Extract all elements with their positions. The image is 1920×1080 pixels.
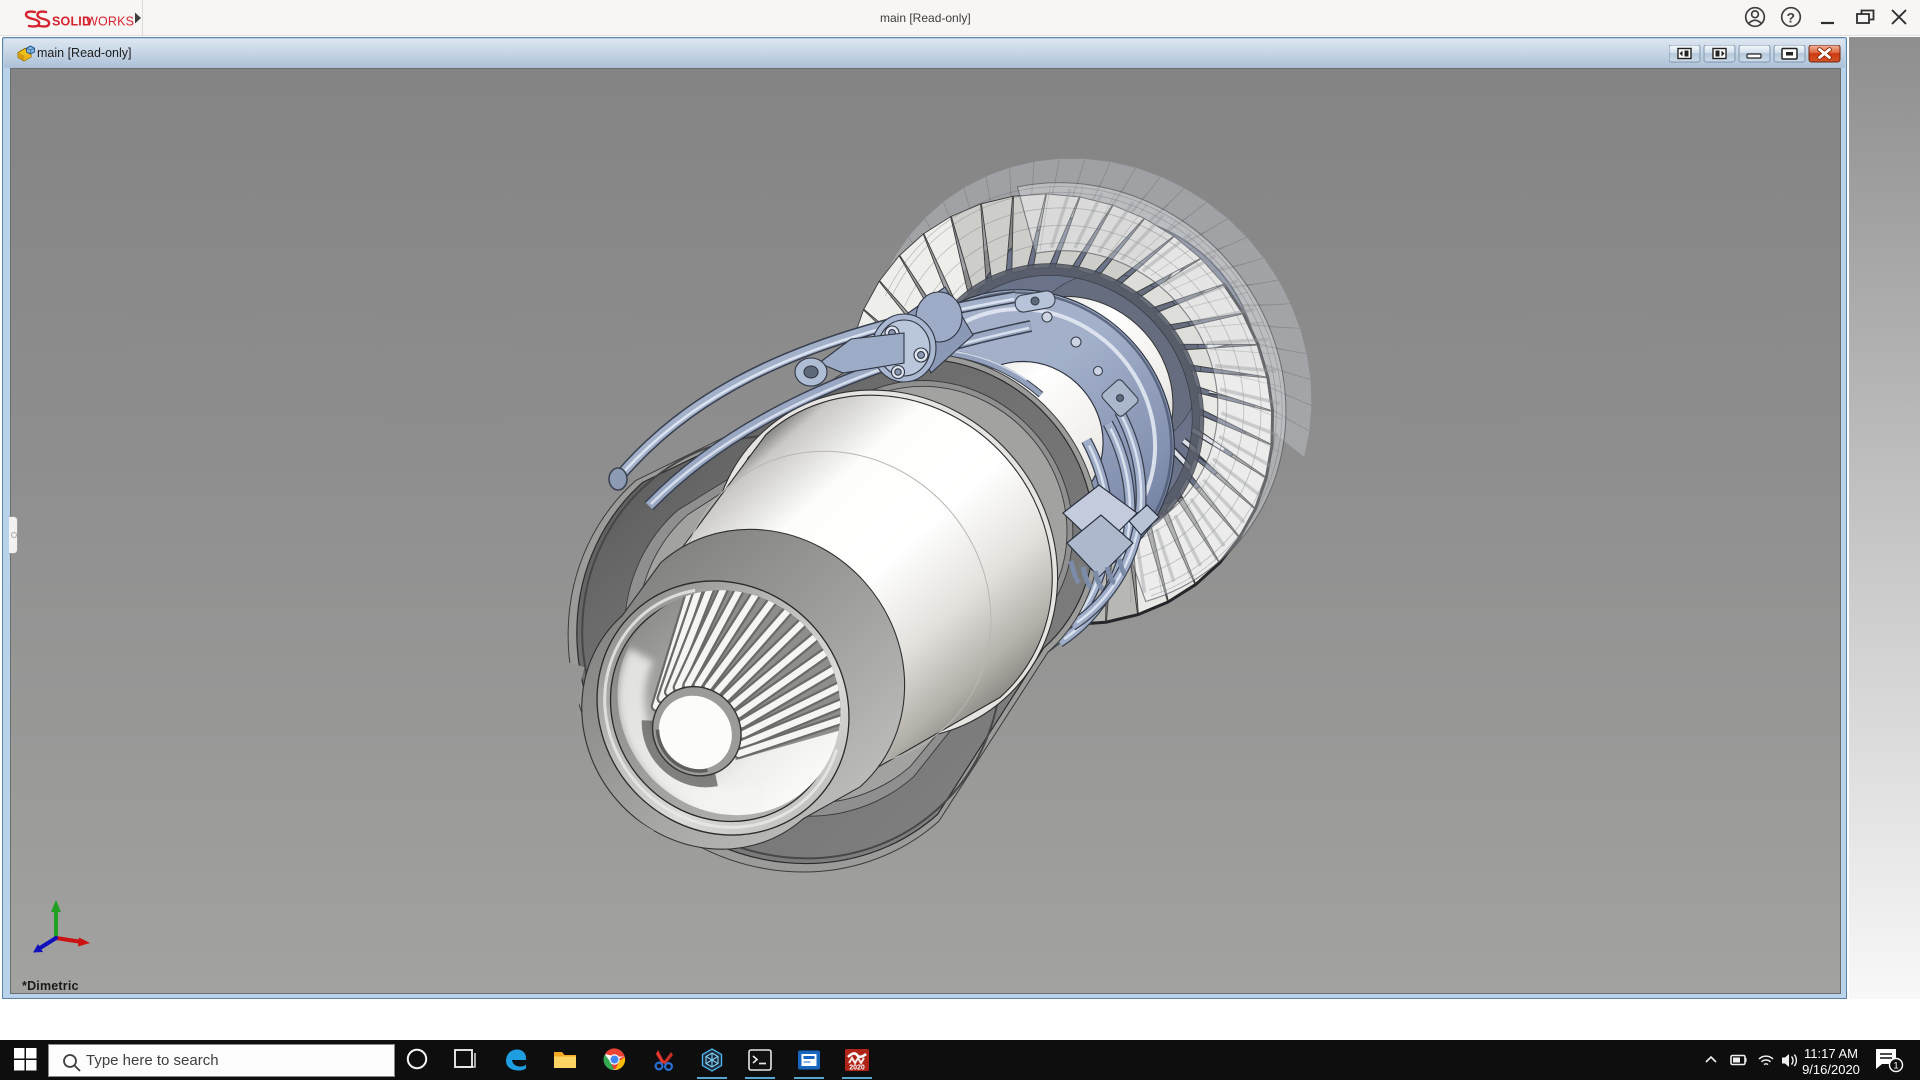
svg-text:2020: 2020 [849, 1065, 865, 1072]
svg-text:?: ? [1787, 10, 1796, 26]
svg-text:1: 1 [1893, 1061, 1898, 1072]
svg-text:WORKS: WORKS [86, 15, 134, 29]
